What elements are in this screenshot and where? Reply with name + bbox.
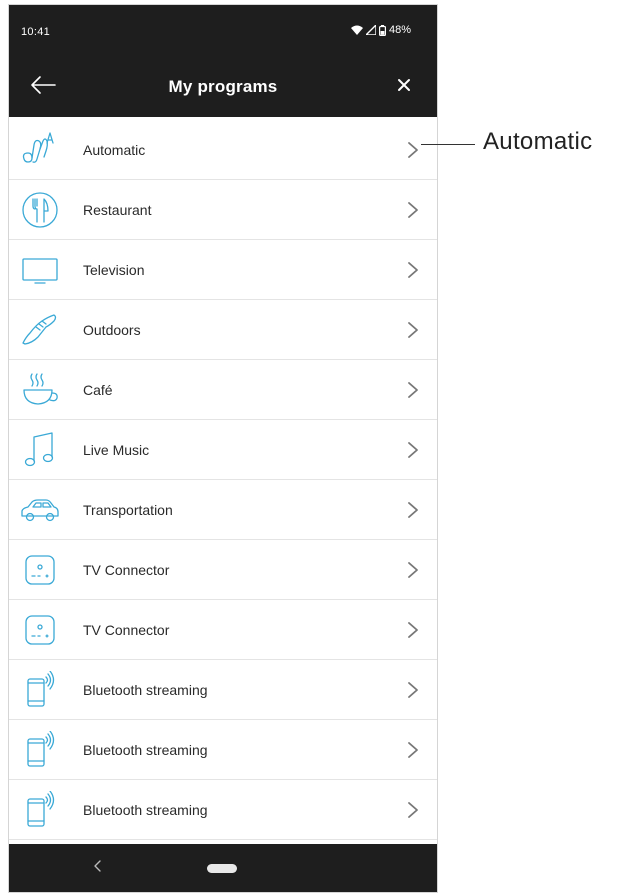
program-item-television[interactable]: Television [9,240,437,300]
program-item-bluetooth-streaming[interactable]: Bluetooth streaming [9,720,437,780]
television-icon [20,251,60,289]
chevron-right-icon [407,741,419,759]
chevron-right-icon [407,681,419,699]
program-label: Transportation [83,502,173,518]
chevron-right-icon [407,441,419,459]
sneaker-icon [20,311,60,349]
chevron-right-icon [407,561,419,579]
tv-connector-icon [20,551,60,589]
chevron-right-icon [407,621,419,639]
signal-icon [365,25,376,35]
program-item-bluetooth-streaming[interactable]: Bluetooth streaming [9,780,437,840]
system-nav-bar [9,844,437,892]
program-label: Television [83,262,145,278]
program-label: Outdoors [83,322,141,338]
program-label: Automatic [83,142,146,158]
program-item-transportation[interactable]: Transportation [9,480,437,540]
close-button[interactable] [391,74,417,100]
page-title: My programs [168,77,278,96]
nav-home-button[interactable] [207,864,237,873]
program-item-live-music[interactable]: Live Music [9,420,437,480]
program-item-outdoors[interactable]: Outdoors [9,300,437,360]
program-item-restaurant[interactable]: Restaurant [9,180,437,240]
battery-percent: 48% [388,24,411,36]
close-icon [397,78,411,97]
nav-back-button[interactable] [91,859,105,877]
status-time: 10:41 [21,26,51,38]
program-label: Live Music [83,442,150,458]
program-list: Automatic Restaurant Television Outdoors… [9,120,437,840]
automatic-ear-icon [20,131,60,169]
battery-icon [378,24,386,36]
callout-label: Automatic [483,128,593,155]
wifi-icon [350,25,363,35]
phone-screen: 10:41 48% My programs Automatic Restaura… [8,4,438,893]
music-note-icon [20,431,60,469]
program-label: Café [83,382,113,398]
chevron-right-icon [407,261,419,279]
car-icon [20,491,60,529]
chevron-right-icon [407,141,419,159]
chevron-right-icon [407,501,419,519]
tv-connector-icon [20,611,60,649]
program-item-tv-connector[interactable]: TV Connector [9,540,437,600]
chevron-right-icon [407,381,419,399]
chevron-right-icon [407,321,419,339]
program-label: Bluetooth streaming [83,802,208,818]
page: 10:41 48% My programs Automatic Restaura… [0,0,639,893]
program-label: Bluetooth streaming [83,682,208,698]
status-icons: 48% [350,24,411,36]
program-label: Bluetooth streaming [83,742,208,758]
phone-streaming-icon [20,791,60,829]
app-bar: My programs [9,57,437,117]
program-item-bluetooth-streaming[interactable]: Bluetooth streaming [9,660,437,720]
chevron-left-icon [94,859,102,877]
program-label: TV Connector [83,622,170,638]
phone-streaming-icon [20,671,60,709]
chevron-right-icon [407,801,419,819]
status-bar: 10:41 48% [9,5,437,57]
callout-line [421,144,475,145]
program-item-tv-connector[interactable]: TV Connector [9,600,437,660]
phone-streaming-icon [20,731,60,769]
coffee-cup-icon [20,371,60,409]
program-item-cafe[interactable]: Café [9,360,437,420]
fork-knife-icon [20,191,60,229]
chevron-right-icon [407,201,419,219]
program-label: TV Connector [83,562,170,578]
program-label: Restaurant [83,202,152,218]
program-item-automatic[interactable]: Automatic [9,120,437,180]
